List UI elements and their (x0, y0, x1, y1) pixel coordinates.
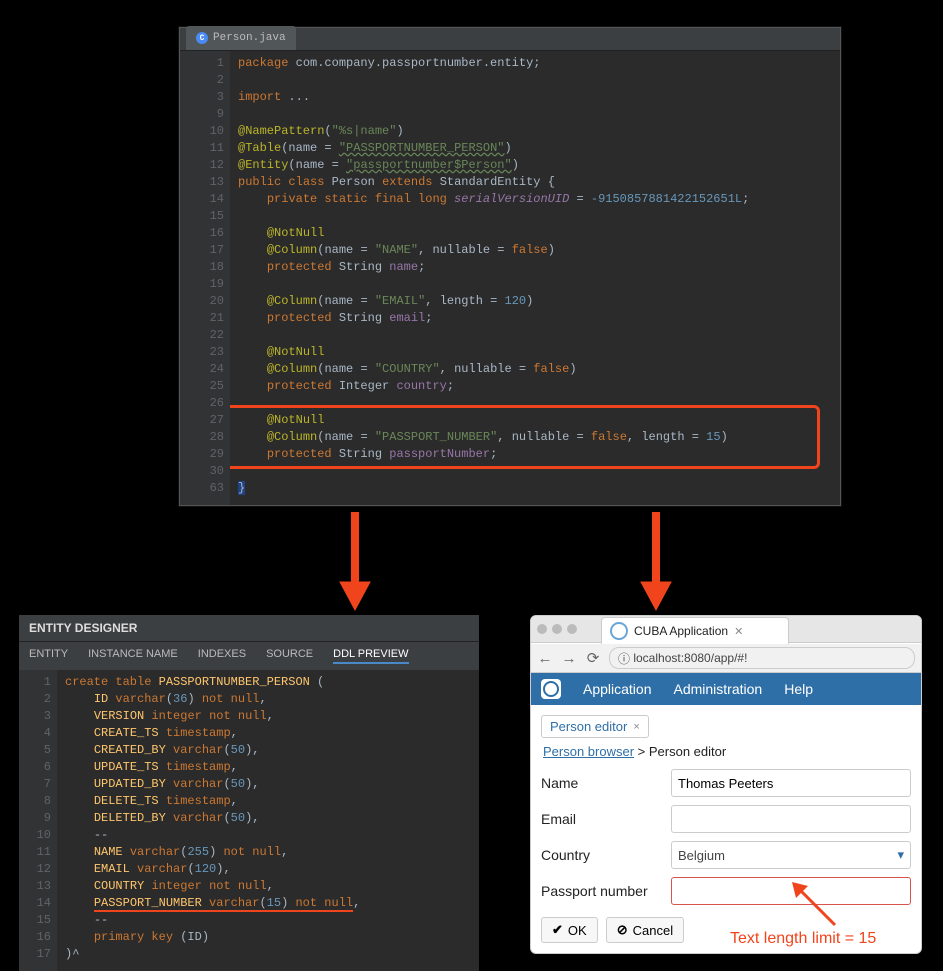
reload-icon[interactable]: ⟳ (585, 650, 601, 666)
email-input[interactable] (671, 805, 911, 833)
email-label: Email (541, 811, 661, 827)
minimize-dot-icon[interactable] (552, 624, 562, 634)
country-select[interactable]: Belgium ▾ (671, 841, 911, 869)
cancel-icon: ⊘ (617, 922, 628, 938)
editor-tab-person[interactable]: C Person.java (186, 26, 296, 50)
ddl-code[interactable]: create table PASSPORTNUMBER_PERSON ( ID … (57, 670, 479, 971)
arrow-to-designer (335, 512, 375, 612)
passport-label: Passport number (541, 883, 661, 899)
arrow-to-browser (636, 512, 676, 612)
designer-tabs: ENTITY INSTANCE NAME INDEXES SOURCE DDL … (19, 642, 479, 670)
country-label: Country (541, 847, 661, 863)
browser-tab-title: CUBA Application (634, 624, 728, 638)
tab-entity[interactable]: ENTITY (29, 648, 68, 664)
annotation-arrow-icon (790, 880, 840, 930)
forward-icon[interactable]: → (561, 650, 577, 666)
menu-administration[interactable]: Administration (674, 681, 763, 697)
cancel-button[interactable]: ⊘Cancel (606, 917, 684, 943)
app-logo-icon (541, 679, 561, 699)
annotation-text: Text length limit = 15 (730, 930, 876, 948)
breadcrumb: Person browser > Person editor (543, 744, 909, 759)
address-bar: ← → ⟳ ⓘ localhost:8080/app/#! (531, 644, 921, 673)
close-icon[interactable]: ✕ (734, 625, 743, 638)
highlight-box (230, 405, 820, 469)
ok-button[interactable]: ✔OK (541, 917, 598, 943)
name-label: Name (541, 775, 661, 791)
person-form: Name Email Country Belgium ▾ Passport nu… (541, 769, 911, 905)
check-icon: ✔ (552, 922, 563, 938)
code-area[interactable]: package com.company.passportnumber.entit… (230, 51, 840, 505)
menu-help[interactable]: Help (784, 681, 813, 697)
editor-tabbar: C Person.java (180, 28, 840, 51)
name-input[interactable] (671, 769, 911, 797)
tab-instance-name[interactable]: INSTANCE NAME (88, 648, 178, 664)
tab-indexes[interactable]: INDEXES (198, 648, 246, 664)
chevron-down-icon: ▾ (897, 847, 904, 863)
url-input[interactable]: ⓘ localhost:8080/app/#! (609, 647, 915, 669)
cuba-logo-icon (610, 622, 628, 640)
java-class-icon: C (196, 32, 208, 44)
close-dot-icon[interactable] (537, 624, 547, 634)
app-menubar: Application Administration Help (531, 673, 921, 705)
tab-ddl-preview[interactable]: DDL PREVIEW (333, 648, 408, 664)
tab-source[interactable]: SOURCE (266, 648, 313, 664)
back-icon[interactable]: ← (537, 650, 553, 666)
line-gutter: 1 2 3 9 10 11 12 13 14 15 16 17 18 19 20… (180, 51, 230, 505)
country-value: Belgium (678, 848, 725, 863)
browser-tab[interactable]: CUBA Application ✕ (601, 617, 789, 644)
breadcrumb-current: Person editor (649, 744, 726, 759)
maximize-dot-icon[interactable] (567, 624, 577, 634)
ddl-gutter: 1234567891011121314151617 (19, 670, 57, 971)
view-tab-person-editor[interactable]: Person editor × (541, 715, 649, 738)
menu-application[interactable]: Application (583, 681, 652, 697)
designer-title: ENTITY DESIGNER (19, 615, 479, 642)
close-icon[interactable]: × (633, 721, 639, 733)
code-editor-panel: C Person.java 1 2 3 9 10 11 12 13 14 15 … (179, 27, 841, 506)
entity-designer-panel: ENTITY DESIGNER ENTITY INSTANCE NAME IND… (19, 615, 479, 971)
breadcrumb-link[interactable]: Person browser (543, 744, 634, 759)
browser-window: CUBA Application ✕ ← → ⟳ ⓘ localhost:808… (530, 615, 922, 954)
tab-filename: Person.java (213, 32, 286, 44)
